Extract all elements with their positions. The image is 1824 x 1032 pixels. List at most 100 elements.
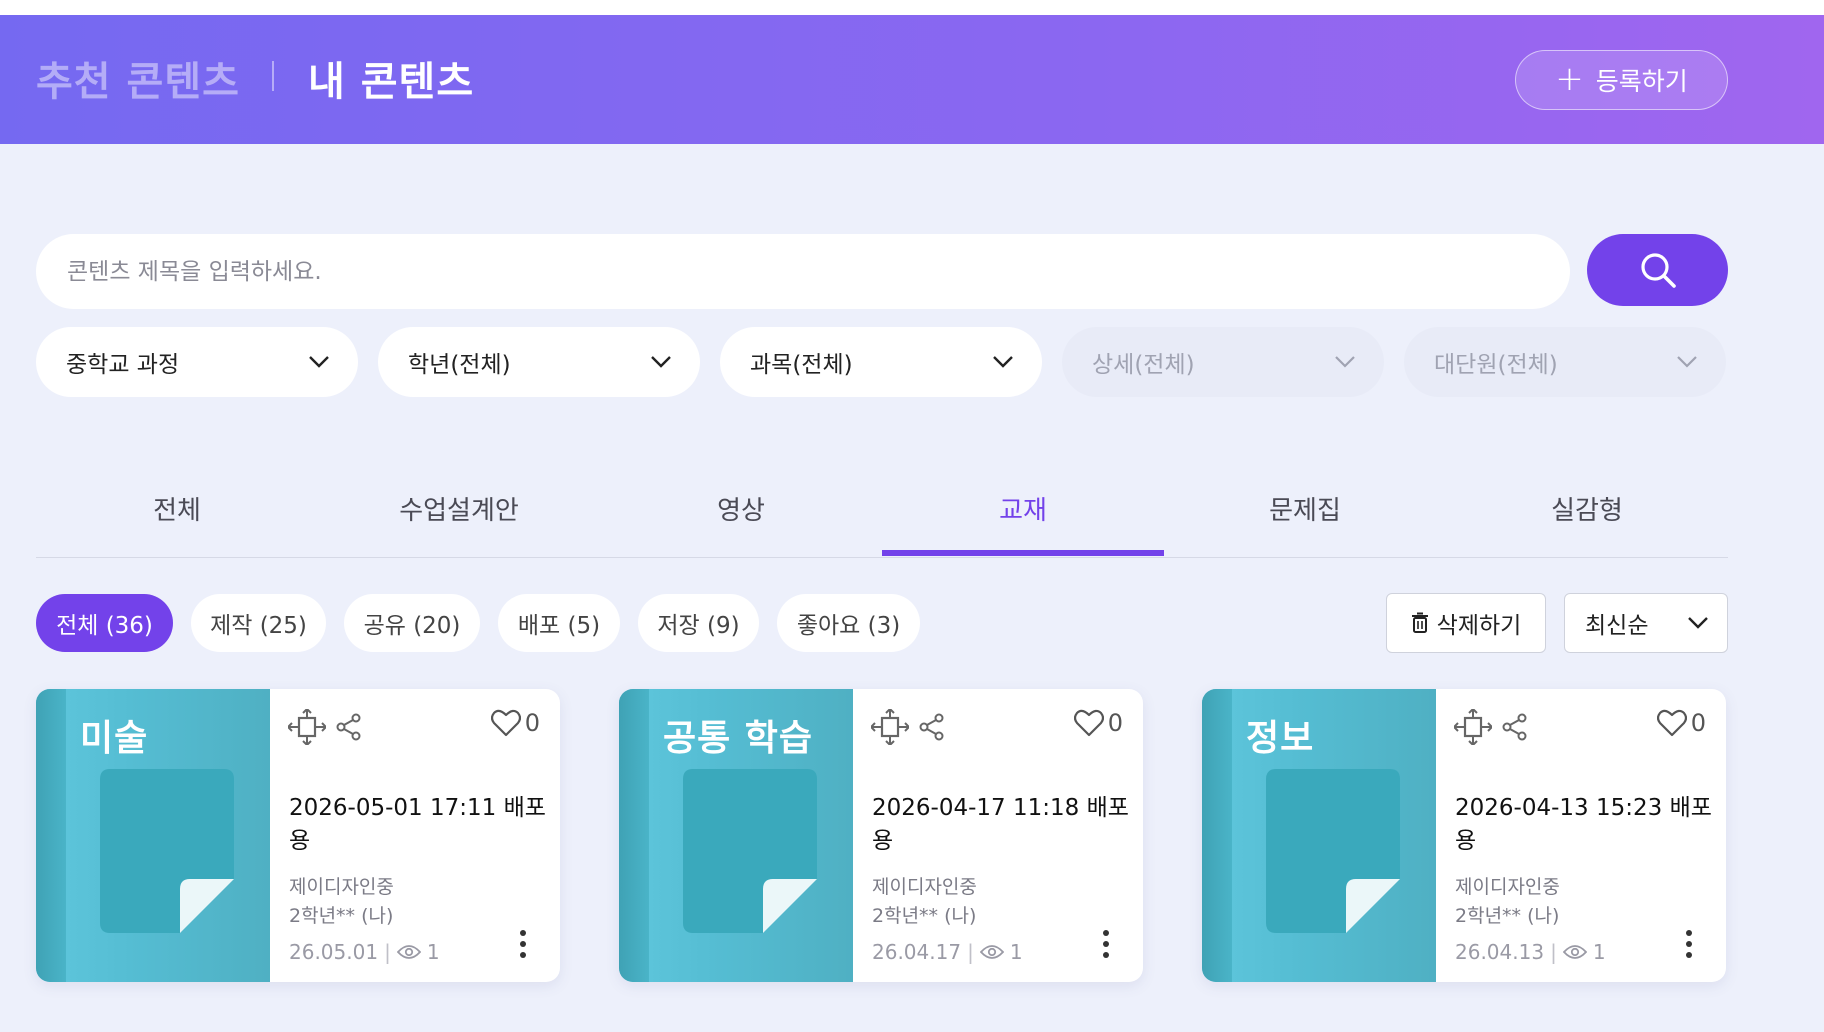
card-title[interactable]: 2026-05-01 17:11 배포 용 <box>289 792 549 858</box>
register-button[interactable]: + 등록하기 <box>1515 50 1728 110</box>
more-options-icon[interactable] <box>1102 929 1110 959</box>
filter-unit-value: 대단원(전체) <box>1434 352 1558 378</box>
move-icon[interactable] <box>288 709 326 745</box>
card-title-line1: 2026-05-01 17:11 배포 <box>289 795 546 821</box>
move-icon[interactable] <box>1454 709 1492 745</box>
book-spine <box>36 689 66 982</box>
chip-liked[interactable]: 좋아요 (3) <box>777 594 920 652</box>
card-views: 1 <box>1009 940 1023 964</box>
content-card[interactable]: 정보 0 2026-04-13 15:23 배포 용 제이디자인중 2학년** … <box>1202 689 1726 982</box>
card-title[interactable]: 2026-04-13 15:23 배포용 <box>1455 792 1715 858</box>
meta-divider: | <box>1550 940 1557 964</box>
card-class: 2학년** (나) <box>872 905 977 927</box>
card-subject: 공통 학습 <box>663 718 814 759</box>
card-thumbnail: 정보 <box>1202 689 1436 982</box>
card-subject: 미술 <box>80 718 149 759</box>
like-button[interactable]: 0 <box>490 709 540 737</box>
chevron-down-icon <box>1335 356 1355 368</box>
tab-recommended-content[interactable]: 추천 콘텐츠 <box>36 49 240 107</box>
chip-shared[interactable]: 공유 (20) <box>344 594 480 652</box>
search-icon <box>1640 253 1676 288</box>
chevron-down-icon <box>651 356 671 368</box>
chip-all[interactable]: 전체 (36) <box>36 594 173 652</box>
card-title-line1: 2026-04-13 15:23 배포 <box>1455 795 1712 821</box>
tab-textbook[interactable]: 교재 <box>882 490 1164 527</box>
filter-grade-value: 학년(전체) <box>408 352 511 378</box>
tab-video[interactable]: 영상 <box>600 490 882 527</box>
filter-subject-value: 과목(전체) <box>750 352 853 378</box>
chip-saved[interactable]: 저장 (9) <box>638 594 759 652</box>
chevron-down-icon <box>993 356 1013 368</box>
card-title-line1: 2026-04-17 11:18 배포 <box>872 795 1129 821</box>
heart-icon <box>1073 709 1104 737</box>
search-input[interactable] <box>67 258 1570 285</box>
card-title-line2: 용 <box>1455 828 1477 854</box>
plus-icon: + <box>1555 58 1584 99</box>
filter-unit-select[interactable]: 대단원(전체) <box>1404 327 1726 397</box>
filter-course-select[interactable]: 중학교 과정 <box>36 327 358 397</box>
sort-select[interactable]: 최신순 <box>1564 593 1728 653</box>
card-thumbnail: 미술 <box>36 689 270 982</box>
eye-icon <box>396 945 421 959</box>
card-views: 1 <box>1592 940 1606 964</box>
active-tab-indicator <box>882 550 1164 556</box>
more-options-icon[interactable] <box>1685 929 1693 959</box>
card-tools <box>1454 709 1528 745</box>
share-icon[interactable] <box>336 713 362 741</box>
card-date: 26.05.01 <box>289 940 379 964</box>
like-count: 0 <box>524 709 540 737</box>
card-views: 1 <box>426 940 440 964</box>
card-class: 2학년** (나) <box>289 905 394 927</box>
tab-workbook[interactable]: 문제집 <box>1164 490 1446 527</box>
like-count: 0 <box>1107 709 1123 737</box>
card-date: 26.04.13 <box>1455 940 1545 964</box>
card-title-line2: 용 <box>872 828 894 854</box>
filter-subject-select[interactable]: 과목(전체) <box>720 327 1042 397</box>
card-school: 제이디자인중 <box>1455 876 1560 898</box>
sort-value: 최신순 <box>1585 613 1649 639</box>
header: 추천 콘텐츠 내 콘텐츠 + 등록하기 <box>0 15 1824 144</box>
chevron-down-icon <box>1677 356 1697 368</box>
filter-detail-value: 상세(전체) <box>1092 352 1195 378</box>
eye-icon <box>1562 945 1587 959</box>
card-info: 0 2026-04-17 11:18 배포 용 제이디자인중 2학년** (나) … <box>853 689 1143 982</box>
chevron-down-icon <box>309 356 329 368</box>
card-date: 26.04.17 <box>872 940 962 964</box>
chip-distributed[interactable]: 배포 (5) <box>498 594 620 652</box>
content-type-tabs: 전체 수업설계안 영상 교재 문제집 실감형 <box>36 470 1728 558</box>
card-school: 제이디자인중 <box>872 876 977 898</box>
filter-grade-select[interactable]: 학년(전체) <box>378 327 700 397</box>
content-card[interactable]: 공통 학습 0 2026-04-17 11:18 배포 용 제이디자인중 2학년… <box>619 689 1143 982</box>
meta-divider: | <box>967 940 974 964</box>
share-icon[interactable] <box>919 713 945 741</box>
top-bar <box>0 0 1824 15</box>
like-button[interactable]: 0 <box>1073 709 1123 737</box>
tab-lesson-plan[interactable]: 수업설계안 <box>318 490 600 527</box>
search-button[interactable] <box>1587 234 1728 306</box>
more-options-icon[interactable] <box>519 929 527 959</box>
trash-icon <box>1411 612 1428 633</box>
delete-button[interactable]: 삭제하기 <box>1386 593 1546 653</box>
like-button[interactable]: 0 <box>1656 709 1706 737</box>
heart-icon <box>490 709 521 737</box>
card-tools <box>288 709 362 745</box>
search-box <box>36 234 1570 309</box>
book-spine <box>1202 689 1232 982</box>
tab-my-content[interactable]: 내 콘텐츠 <box>308 49 474 107</box>
share-icon[interactable] <box>1502 713 1528 741</box>
heart-icon <box>1656 709 1687 737</box>
content-card[interactable]: 미술 0 2026-05-01 17:11 배포 용 제이디자인중 2학년** … <box>36 689 560 982</box>
card-thumbnail: 공통 학습 <box>619 689 853 982</box>
like-count: 0 <box>1690 709 1706 737</box>
card-subject: 정보 <box>1246 718 1315 759</box>
move-icon[interactable] <box>871 709 909 745</box>
document-icon <box>1266 769 1400 933</box>
card-title[interactable]: 2026-04-17 11:18 배포용 <box>872 792 1132 858</box>
chip-created[interactable]: 제작 (25) <box>191 594 326 652</box>
book-spine <box>619 689 649 982</box>
register-label: 등록하기 <box>1595 67 1688 96</box>
filter-detail-select[interactable]: 상세(전체) <box>1062 327 1384 397</box>
tab-all[interactable]: 전체 <box>36 490 318 527</box>
card-meta: 26.05.01 | 1 <box>289 940 440 964</box>
tab-immersive[interactable]: 실감형 <box>1446 490 1728 527</box>
